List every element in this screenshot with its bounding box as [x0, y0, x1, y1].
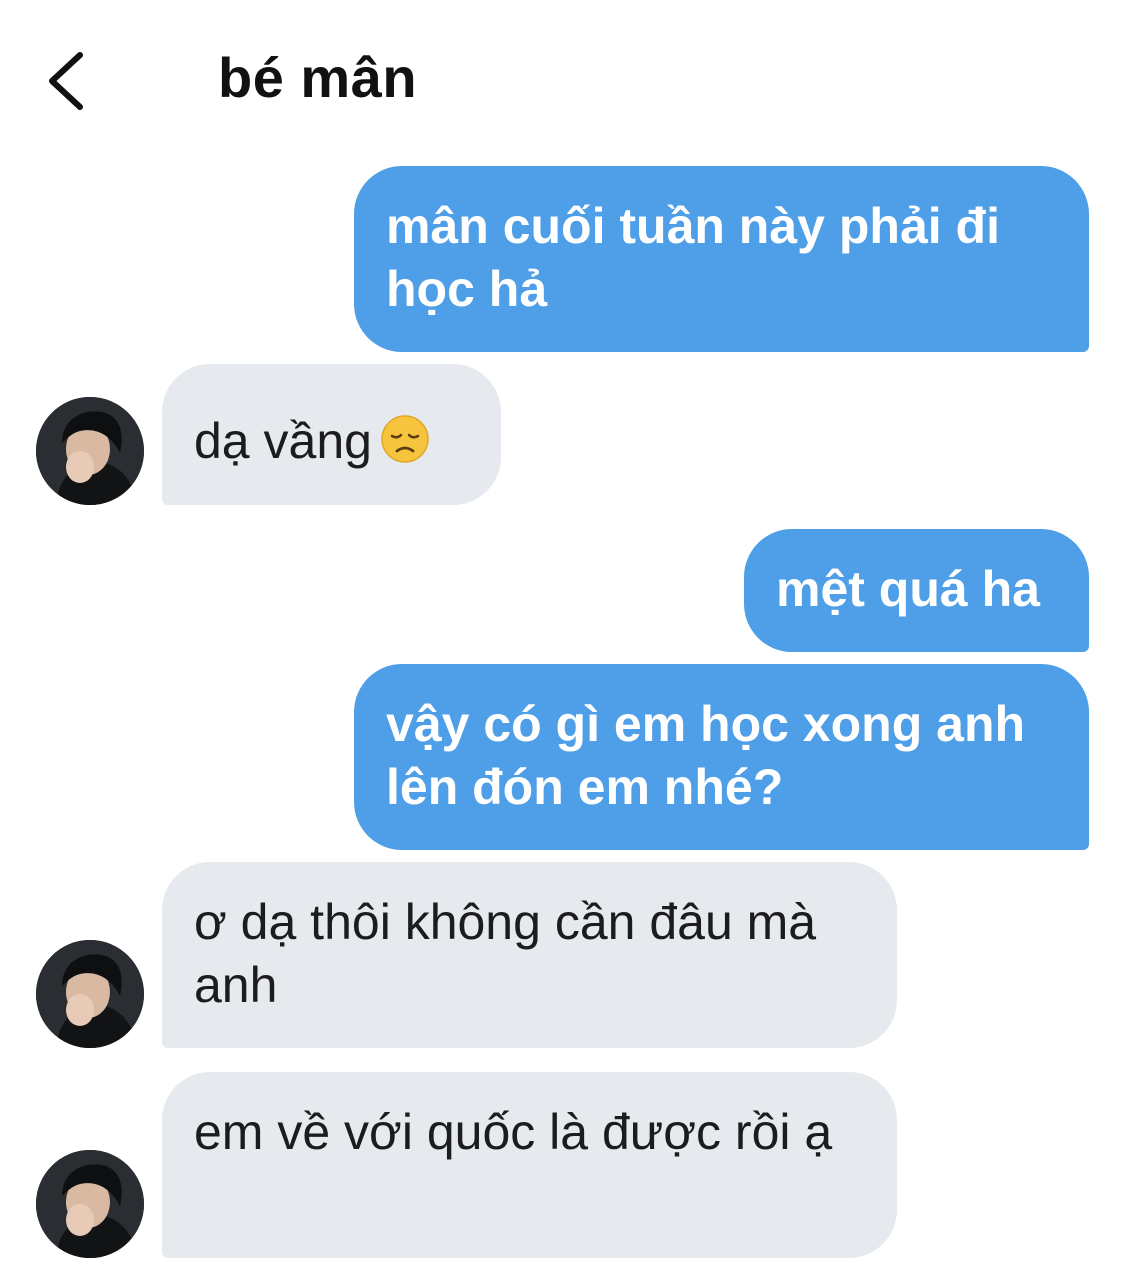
- chevron-left-icon: [49, 52, 83, 110]
- avatar[interactable]: [36, 940, 144, 1048]
- back-button[interactable]: [40, 45, 100, 115]
- message-incoming[interactable]: dạ vầng: [162, 364, 501, 505]
- contact-name: bé mân: [218, 46, 418, 109]
- message-incoming[interactable]: em về với quốc là được rồi ạ: [162, 1072, 897, 1258]
- message-text: vậy có gì em học xong anh lên đón em nhé…: [386, 696, 1026, 815]
- message-text: dạ vầng: [194, 413, 372, 469]
- message-outgoing[interactable]: vậy có gì em học xong anh lên đón em nhé…: [354, 664, 1089, 850]
- message-incoming[interactable]: ơ dạ thôi không cần đâu mà anh: [162, 862, 897, 1048]
- avatar[interactable]: [36, 1150, 144, 1258]
- disappointed-face-icon: [380, 414, 430, 479]
- message-outgoing[interactable]: mân cuối tuần này phải đi học hả: [354, 166, 1089, 352]
- message-outgoing[interactable]: mệt quá ha: [744, 529, 1089, 652]
- chat-header: bé mân: [0, 0, 1124, 150]
- message-text: ơ dạ thôi không cần đâu mà anh: [194, 894, 817, 1013]
- message-text: em về với quốc là được rồi ạ: [194, 1104, 833, 1160]
- message-text: mệt quá ha: [776, 561, 1040, 617]
- avatar[interactable]: [36, 397, 144, 505]
- message-text: mân cuối tuần này phải đi học hả: [386, 198, 1000, 317]
